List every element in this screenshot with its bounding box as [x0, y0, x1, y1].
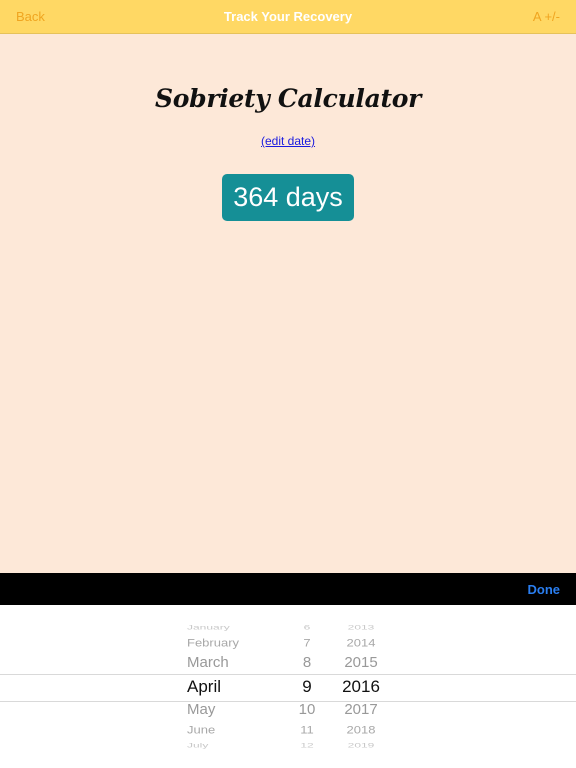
days-count-badge: 364 days: [222, 174, 354, 221]
picker-day-option[interactable]: 12: [284, 741, 330, 749]
picker-month-option[interactable]: May: [160, 701, 278, 718]
picker-day-option[interactable]: 10: [284, 701, 330, 718]
nav-title: Track Your Recovery: [223, 9, 353, 24]
picker-day-option[interactable]: 7: [284, 636, 330, 649]
font-size-button[interactable]: A +/-: [533, 9, 560, 24]
navigation-bar: Back Track Your Recovery A +/-: [0, 0, 576, 34]
picker-day-option[interactable]: 11: [284, 723, 330, 736]
picker-month-option[interactable]: March: [160, 654, 278, 671]
picker-day-option[interactable]: 8: [284, 654, 330, 671]
main-content: Sobriety Calculator (edit date) 364 days: [0, 34, 576, 573]
picker-year-option[interactable]: 2019: [336, 741, 386, 749]
page-heading: Sobriety Calculator: [155, 84, 421, 113]
picker-month-option[interactable]: February: [160, 636, 278, 649]
picker-day-option[interactable]: 9: [284, 677, 330, 697]
picker-fade-bottom: [0, 746, 576, 768]
picker-year-option[interactable]: 2014: [336, 636, 386, 649]
date-picker[interactable]: January February March April May June July 6 7 8 9…: [0, 605, 576, 768]
picker-month-option[interactable]: April: [160, 677, 278, 697]
picker-month-option[interactable]: June: [160, 723, 278, 736]
edit-date-row: (edit date): [0, 134, 576, 148]
picker-month-option[interactable]: January: [160, 623, 278, 631]
picker-toolbar: Done: [0, 573, 576, 605]
picker-year-option[interactable]: 2016: [336, 677, 386, 697]
edit-date-link[interactable]: (edit date): [261, 134, 315, 148]
picker-year-option[interactable]: 2018: [336, 723, 386, 736]
done-button[interactable]: Done: [528, 582, 561, 597]
picker-year-option[interactable]: 2017: [336, 701, 386, 718]
picker-month-option[interactable]: July: [160, 741, 278, 749]
picker-year-option[interactable]: 2015: [336, 654, 386, 671]
picker-day-option[interactable]: 6: [284, 623, 330, 631]
picker-year-option[interactable]: 2013: [336, 623, 386, 631]
